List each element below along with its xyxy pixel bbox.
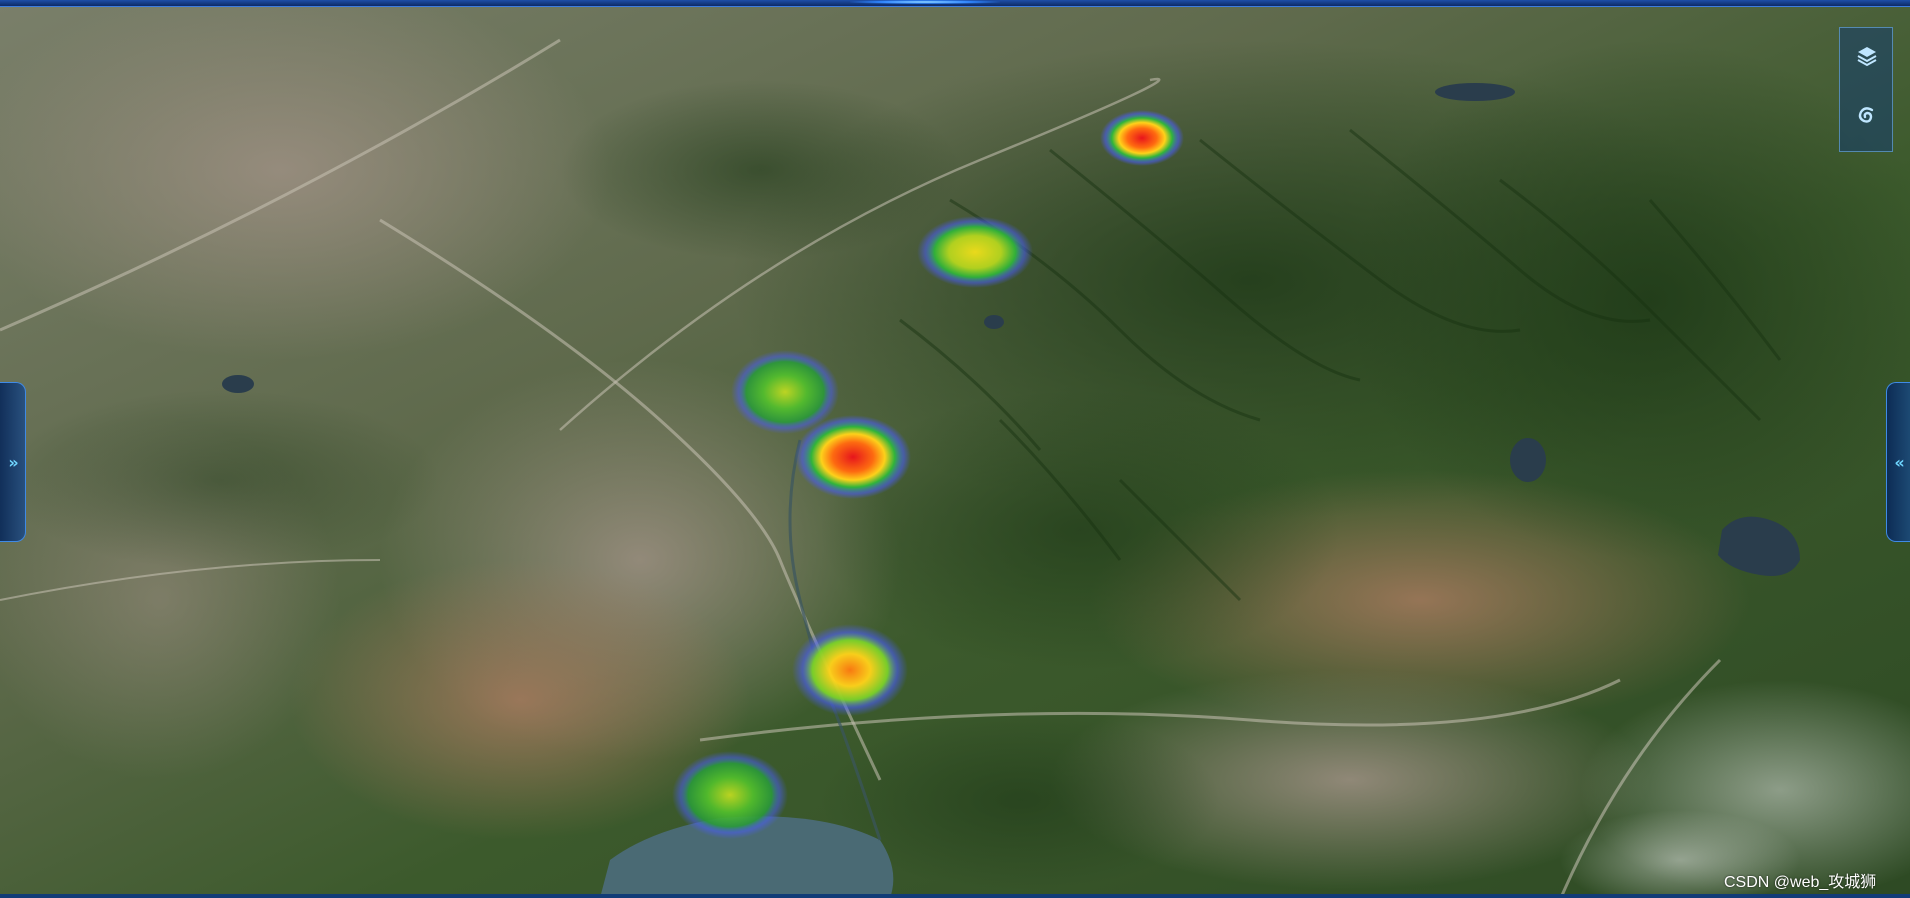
map-viewer[interactable]: » « CSDN @web_攻城狮	[0, 0, 1910, 898]
header-glow	[850, 0, 1000, 4]
header-segment	[0, 0, 600, 7]
satellite-map[interactable]	[0, 0, 1910, 898]
mountain-range	[0, 390, 440, 570]
reservoir	[1510, 438, 1546, 482]
mountain-range	[560, 80, 960, 260]
right-panel-toggle[interactable]: «	[1886, 382, 1910, 542]
watermark: CSDN @web_攻城狮	[1724, 874, 1877, 891]
header-segment	[1720, 0, 1910, 7]
top-header-bar	[0, 0, 1910, 9]
header-segment	[1120, 0, 1720, 7]
swirl-icon	[1858, 107, 1874, 123]
heatmap-hotspot	[792, 624, 908, 716]
pond	[222, 375, 254, 393]
layers-button[interactable]	[1845, 34, 1889, 78]
reservoir	[1435, 83, 1515, 101]
heatmap-hotspot	[672, 751, 788, 839]
map-toolbar	[1839, 27, 1893, 152]
pond	[984, 315, 1004, 329]
heatmap-hotspot	[917, 216, 1033, 288]
chevron-right-double-icon: »	[8, 452, 18, 472]
left-panel-toggle[interactable]: »	[0, 382, 26, 542]
bottom-frame	[0, 894, 1910, 898]
chevron-left-double-icon: «	[1894, 452, 1904, 472]
layers-icon	[1857, 47, 1877, 67]
heatmap-hotspot	[1100, 110, 1184, 166]
reset-view-button[interactable]	[1845, 94, 1889, 138]
heatmap-hotspot	[795, 415, 911, 499]
